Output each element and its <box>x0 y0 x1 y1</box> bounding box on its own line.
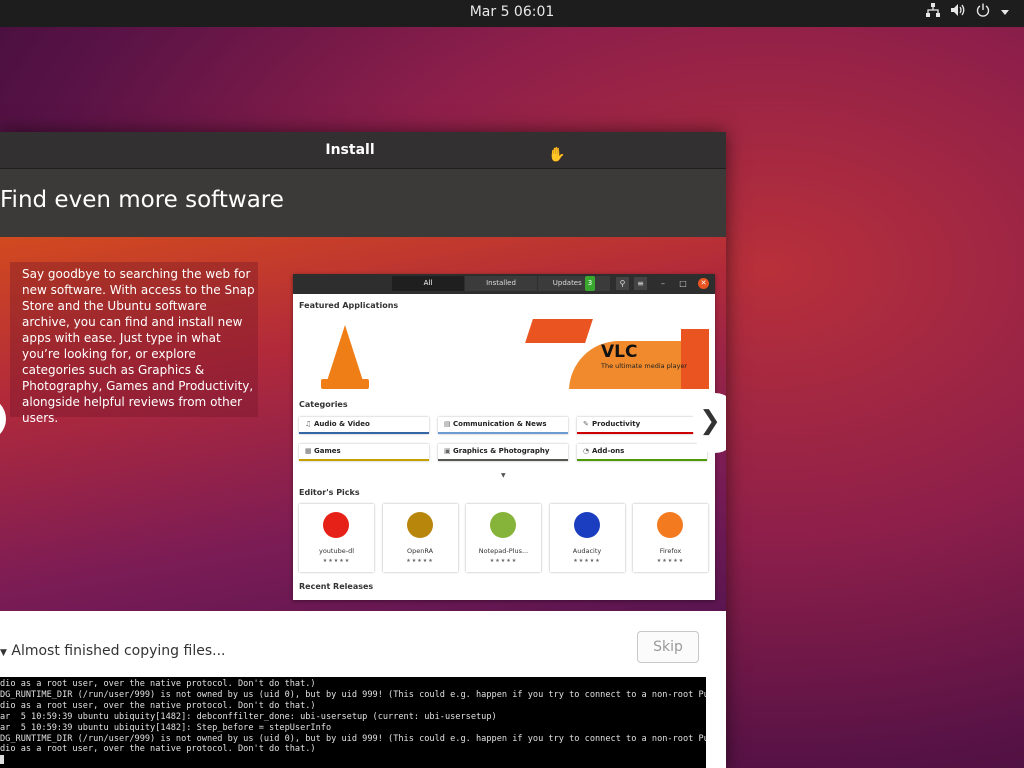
slide-header: Find even more software <box>0 169 726 237</box>
banner-app-tagline: The ultimate media player <box>601 362 688 370</box>
expand-categories-icon: ▼ <box>501 472 506 479</box>
banner-app-name: VLC <box>601 342 638 362</box>
close-icon: ✕ <box>698 278 709 289</box>
installer-window: Install Find even more software Say good… <box>0 132 726 768</box>
app-icon <box>573 512 600 538</box>
window-titlebar[interactable]: Install <box>0 132 726 169</box>
rating-stars: ★★★★★ <box>573 558 601 564</box>
rating-stars: ★★★★★ <box>656 558 685 564</box>
window-title: Install <box>325 142 375 158</box>
progress-status-text: Almost finished copying files... <box>11 643 226 659</box>
search-icon: ⚲ <box>616 277 629 290</box>
app-name: youtube-dl <box>318 547 354 555</box>
app-icon <box>406 512 433 538</box>
vlc-cone-icon <box>327 325 363 381</box>
terminal-cursor <box>0 755 4 765</box>
category-tile: ✎ Productivity <box>577 417 707 434</box>
previous-slide-button[interactable] <box>0 397 6 441</box>
addon-icon: ◔ <box>583 447 590 455</box>
hand-cursor-icon: ✋ <box>548 147 566 163</box>
music-note-icon: ♫ <box>305 420 312 428</box>
app-card: youtube-dl ★★★★★ <box>299 504 374 572</box>
category-tile: ▤ Communication & News <box>438 417 568 434</box>
featured-label: Featured Applications <box>299 301 399 310</box>
terminal-log[interactable]: dio as a root user, over the native prot… <box>0 677 706 768</box>
category-label: Games <box>314 447 341 455</box>
app-name: Firefox <box>659 547 682 555</box>
next-slide-button[interactable]: ❯ <box>693 393 726 453</box>
category-label: Graphics & Photography <box>453 447 550 455</box>
category-tile: ♫ Audio & Video <box>299 417 429 434</box>
image-icon: ▣ <box>444 447 451 455</box>
rating-stars: ★★★★★ <box>322 558 351 564</box>
app-card: Notepad-Plus... ★★★★★ <box>466 504 541 572</box>
app-card: Audacity ★★★★★ <box>550 504 625 572</box>
software-store-screenshot: All Installed Updates 3 ⚲ ≡ – □ ✕ Feature… <box>293 274 715 600</box>
category-label: Communication & News <box>453 420 547 428</box>
games-icon: ▦ <box>305 447 312 455</box>
slide-description: Say goodbye to searching the web for new… <box>10 262 258 425</box>
category-label: Audio & Video <box>314 420 370 428</box>
pencil-icon: ✎ <box>583 420 589 428</box>
app-icon <box>657 512 683 538</box>
system-tray[interactable] <box>926 3 1010 23</box>
network-icon[interactable] <box>926 3 940 23</box>
app-icon <box>490 512 516 538</box>
skip-button[interactable]: Skip <box>637 631 699 663</box>
tab-updates: Updates 3 <box>538 276 610 291</box>
clock[interactable]: Mar 5 06:01 <box>0 4 1024 20</box>
slideshow: Say goodbye to searching the web for new… <box>0 237 726 611</box>
tab-installed: Installed <box>465 276 537 291</box>
expander-arrow-icon[interactable]: ▼ <box>0 648 7 658</box>
category-tile: ▣ Graphics & Photography <box>438 444 568 461</box>
featured-banner: VLC The ultimate media player <box>299 319 709 389</box>
chat-icon: ▤ <box>444 420 451 428</box>
menu-arrow-icon[interactable] <box>1000 3 1010 23</box>
app-icon <box>323 512 349 538</box>
app-card: Firefox ★★★★★ <box>633 504 708 572</box>
chevron-right-icon: ❯ <box>699 406 721 436</box>
rating-stars: ★★★★★ <box>406 558 434 564</box>
terminal-log-text: dio as a root user, over the native prot… <box>0 679 706 755</box>
app-name: OpenRA <box>406 547 434 555</box>
progress-expander[interactable]: ▼ Almost finished copying files... <box>0 643 225 659</box>
store-headerbar: All Installed Updates 3 ⚲ ≡ – □ ✕ <box>293 274 715 294</box>
categories-label: Categories <box>299 400 348 409</box>
slide-heading: Find even more software <box>0 187 284 213</box>
app-card: OpenRA ★★★★★ <box>383 504 458 572</box>
app-name: Audacity <box>572 547 602 555</box>
top-bar: Mar 5 06:01 <box>0 0 1024 27</box>
tab-all: All <box>392 276 464 291</box>
power-icon[interactable] <box>976 3 990 23</box>
category-tile: ◔ Add-ons <box>577 444 707 461</box>
app-name: Notepad-Plus... <box>478 547 529 555</box>
progress-section: ▼ Almost finished copying files... Skip … <box>0 611 726 768</box>
maximize-icon: □ <box>679 279 687 288</box>
category-label: Productivity <box>592 420 641 428</box>
updates-count-badge: 3 <box>584 276 596 291</box>
volume-icon[interactable] <box>950 3 966 23</box>
rating-stars: ★★★★★ <box>489 558 518 564</box>
category-tile: ▦ Games <box>299 444 429 461</box>
tab-updates-label: Updates <box>552 279 582 287</box>
minimize-icon: – <box>661 279 665 288</box>
recent-releases-label: Recent Releases <box>299 582 374 591</box>
editors-picks-label: Editor's Picks <box>299 488 360 497</box>
hamburger-menu-icon: ≡ <box>634 277 647 290</box>
category-label: Add-ons <box>592 447 625 455</box>
